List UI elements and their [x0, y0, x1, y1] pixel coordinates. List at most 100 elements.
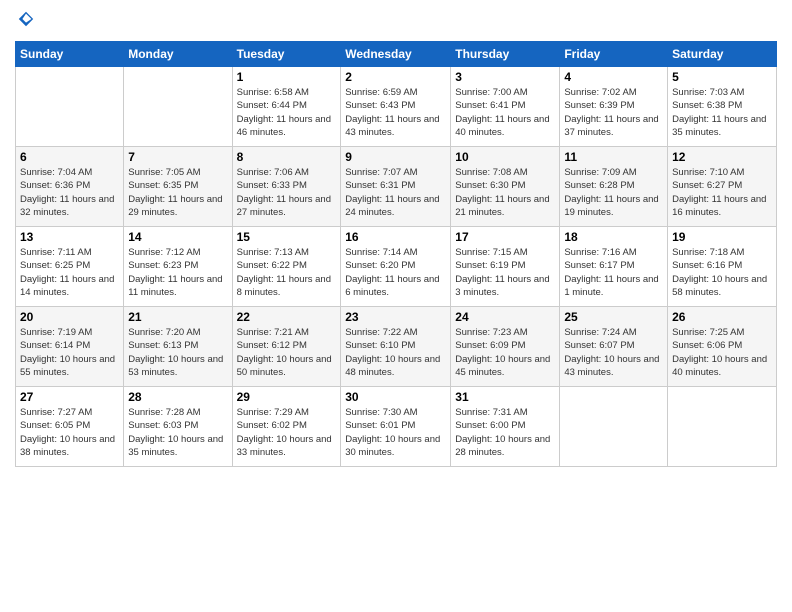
day-info: Sunrise: 7:03 AM Sunset: 6:38 PM Dayligh…: [672, 86, 772, 139]
day-number: 1: [237, 70, 337, 84]
day-number: 5: [672, 70, 772, 84]
day-number: 10: [455, 150, 555, 164]
calendar-cell: 17 Sunrise: 7:15 AM Sunset: 6:19 PM Dayli…: [451, 227, 560, 307]
day-info: Sunrise: 7:08 AM Sunset: 6:30 PM Dayligh…: [455, 166, 555, 219]
day-number: 9: [345, 150, 446, 164]
week-row-3: 13 Sunrise: 7:11 AM Sunset: 6:25 PM Dayli…: [16, 227, 777, 307]
calendar-cell: 7 Sunrise: 7:05 AM Sunset: 6:35 PM Daylig…: [124, 147, 232, 227]
calendar-cell: 18 Sunrise: 7:16 AM Sunset: 6:17 PM Dayli…: [560, 227, 668, 307]
calendar-cell: 13 Sunrise: 7:11 AM Sunset: 6:25 PM Dayli…: [16, 227, 124, 307]
day-info: Sunrise: 7:16 AM Sunset: 6:17 PM Dayligh…: [564, 246, 663, 299]
day-info: Sunrise: 7:02 AM Sunset: 6:39 PM Dayligh…: [564, 86, 663, 139]
day-info: Sunrise: 7:13 AM Sunset: 6:22 PM Dayligh…: [237, 246, 337, 299]
day-number: 29: [237, 390, 337, 404]
logo-icon: [17, 10, 35, 28]
day-number: 31: [455, 390, 555, 404]
day-info: Sunrise: 7:25 AM Sunset: 6:06 PM Dayligh…: [672, 326, 772, 379]
day-info: Sunrise: 7:06 AM Sunset: 6:33 PM Dayligh…: [237, 166, 337, 219]
day-number: 18: [564, 230, 663, 244]
calendar-cell: 1 Sunrise: 6:58 AM Sunset: 6:44 PM Daylig…: [232, 67, 341, 147]
calendar-cell: 30Sunrise: 7:30 AM Sunset: 6:01 PM Dayli…: [341, 387, 451, 467]
day-info: Sunrise: 7:00 AM Sunset: 6:41 PM Dayligh…: [455, 86, 555, 139]
day-number: 26: [672, 310, 772, 324]
calendar-cell: 3 Sunrise: 7:00 AM Sunset: 6:41 PM Daylig…: [451, 67, 560, 147]
logo: [15, 10, 37, 33]
week-row-1: 1 Sunrise: 6:58 AM Sunset: 6:44 PM Daylig…: [16, 67, 777, 147]
day-number: 20: [20, 310, 119, 324]
calendar-cell: 4 Sunrise: 7:02 AM Sunset: 6:39 PM Daylig…: [560, 67, 668, 147]
weekday-header-thursday: Thursday: [451, 42, 560, 67]
calendar-cell: [560, 387, 668, 467]
day-number: 19: [672, 230, 772, 244]
calendar-cell: 20 Sunrise: 7:19 AM Sunset: 6:14 PM Dayli…: [16, 307, 124, 387]
calendar-cell: 31 Sunrise: 7:31 AM Sunset: 6:00 PM Dayli…: [451, 387, 560, 467]
day-number: 28: [128, 390, 227, 404]
weekday-header-sunday: Sunday: [16, 42, 124, 67]
calendar-cell: 9 Sunrise: 7:07 AM Sunset: 6:31 PM Daylig…: [341, 147, 451, 227]
day-number: 12: [672, 150, 772, 164]
day-number: 27: [20, 390, 119, 404]
day-number: 25: [564, 310, 663, 324]
week-row-2: 6 Sunrise: 7:04 AM Sunset: 6:36 PM Daylig…: [16, 147, 777, 227]
calendar-cell: 2Sunrise: 6:59 AM Sunset: 6:43 PM Daylig…: [341, 67, 451, 147]
header: [15, 10, 777, 33]
day-info: Sunrise: 7:11 AM Sunset: 6:25 PM Dayligh…: [20, 246, 119, 299]
day-info: Sunrise: 7:22 AM Sunset: 6:10 PM Dayligh…: [345, 326, 446, 379]
calendar-cell: 22Sunrise: 7:21 AM Sunset: 6:12 PM Dayli…: [232, 307, 341, 387]
day-info: Sunrise: 7:27 AM Sunset: 6:05 PM Dayligh…: [20, 406, 119, 459]
day-info: Sunrise: 7:24 AM Sunset: 6:07 PM Dayligh…: [564, 326, 663, 379]
calendar-cell: 25 Sunrise: 7:24 AM Sunset: 6:07 PM Dayli…: [560, 307, 668, 387]
day-number: 4: [564, 70, 663, 84]
day-number: 13: [20, 230, 119, 244]
day-info: Sunrise: 6:58 AM Sunset: 6:44 PM Dayligh…: [237, 86, 337, 139]
day-info: Sunrise: 7:15 AM Sunset: 6:19 PM Dayligh…: [455, 246, 555, 299]
calendar-cell: 24Sunrise: 7:23 AM Sunset: 6:09 PM Dayli…: [451, 307, 560, 387]
day-number: 14: [128, 230, 227, 244]
weekday-header-friday: Friday: [560, 42, 668, 67]
day-number: 8: [237, 150, 337, 164]
day-number: 30: [345, 390, 446, 404]
calendar-cell: 28 Sunrise: 7:28 AM Sunset: 6:03 PM Dayli…: [124, 387, 232, 467]
day-number: 7: [128, 150, 227, 164]
calendar-cell: [668, 387, 777, 467]
day-info: Sunrise: 7:31 AM Sunset: 6:00 PM Dayligh…: [455, 406, 555, 459]
day-number: 6: [20, 150, 119, 164]
day-info: Sunrise: 7:09 AM Sunset: 6:28 PM Dayligh…: [564, 166, 663, 219]
day-info: Sunrise: 7:05 AM Sunset: 6:35 PM Dayligh…: [128, 166, 227, 219]
day-number: 15: [237, 230, 337, 244]
calendar-cell: 29 Sunrise: 7:29 AM Sunset: 6:02 PM Dayli…: [232, 387, 341, 467]
day-info: Sunrise: 7:14 AM Sunset: 6:20 PM Dayligh…: [345, 246, 446, 299]
week-row-4: 20 Sunrise: 7:19 AM Sunset: 6:14 PM Dayli…: [16, 307, 777, 387]
calendar-cell: 14 Sunrise: 7:12 AM Sunset: 6:23 PM Dayli…: [124, 227, 232, 307]
calendar-cell: 27 Sunrise: 7:27 AM Sunset: 6:05 PM Dayli…: [16, 387, 124, 467]
day-number: 3: [455, 70, 555, 84]
day-info: Sunrise: 7:04 AM Sunset: 6:36 PM Dayligh…: [20, 166, 119, 219]
day-number: 16: [345, 230, 446, 244]
weekday-header-monday: Monday: [124, 42, 232, 67]
calendar-cell: [16, 67, 124, 147]
day-number: 17: [455, 230, 555, 244]
day-number: 23: [345, 310, 446, 324]
day-info: Sunrise: 7:19 AM Sunset: 6:14 PM Dayligh…: [20, 326, 119, 379]
weekday-header-tuesday: Tuesday: [232, 42, 341, 67]
weekday-header-wednesday: Wednesday: [341, 42, 451, 67]
day-info: Sunrise: 7:20 AM Sunset: 6:13 PM Dayligh…: [128, 326, 227, 379]
day-number: 21: [128, 310, 227, 324]
calendar-cell: 21 Sunrise: 7:20 AM Sunset: 6:13 PM Dayli…: [124, 307, 232, 387]
day-info: Sunrise: 6:59 AM Sunset: 6:43 PM Dayligh…: [345, 86, 446, 139]
day-info: Sunrise: 7:29 AM Sunset: 6:02 PM Dayligh…: [237, 406, 337, 459]
day-info: Sunrise: 7:28 AM Sunset: 6:03 PM Dayligh…: [128, 406, 227, 459]
calendar-cell: 10 Sunrise: 7:08 AM Sunset: 6:30 PM Dayli…: [451, 147, 560, 227]
calendar-table: SundayMondayTuesdayWednesdayThursdayFrid…: [15, 41, 777, 467]
calendar-cell: 19Sunrise: 7:18 AM Sunset: 6:16 PM Dayli…: [668, 227, 777, 307]
calendar-cell: 26 Sunrise: 7:25 AM Sunset: 6:06 PM Dayli…: [668, 307, 777, 387]
calendar-cell: [124, 67, 232, 147]
day-info: Sunrise: 7:21 AM Sunset: 6:12 PM Dayligh…: [237, 326, 337, 379]
day-info: Sunrise: 7:07 AM Sunset: 6:31 PM Dayligh…: [345, 166, 446, 219]
calendar-cell: 11Sunrise: 7:09 AM Sunset: 6:28 PM Dayli…: [560, 147, 668, 227]
day-number: 24: [455, 310, 555, 324]
week-row-5: 27 Sunrise: 7:27 AM Sunset: 6:05 PM Dayli…: [16, 387, 777, 467]
day-info: Sunrise: 7:12 AM Sunset: 6:23 PM Dayligh…: [128, 246, 227, 299]
calendar-cell: 5 Sunrise: 7:03 AM Sunset: 6:38 PM Daylig…: [668, 67, 777, 147]
calendar-cell: 23 Sunrise: 7:22 AM Sunset: 6:10 PM Dayli…: [341, 307, 451, 387]
